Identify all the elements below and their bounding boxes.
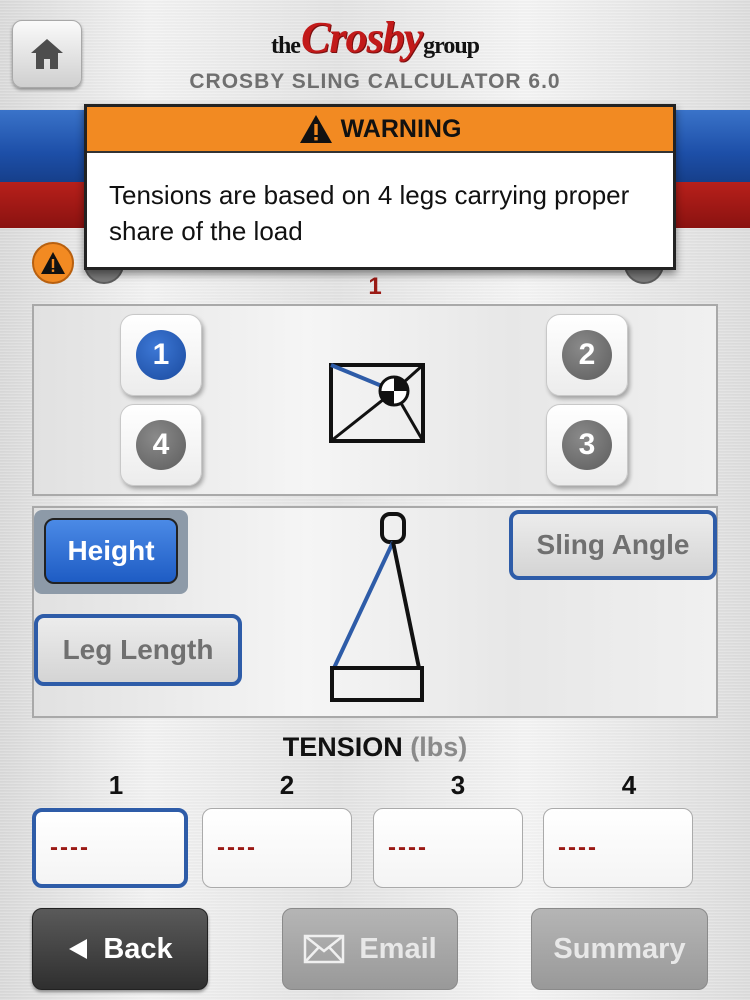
app-title: CROSBY SLING CALCULATOR 6.0 <box>189 70 561 93</box>
warning-dialog-header: WARNING <box>87 107 673 153</box>
warning-title: WARNING <box>340 114 462 143</box>
email-button[interactable]: Email <box>282 908 458 990</box>
leg-4-button[interactable]: 4 <box>120 404 202 486</box>
warning-dialog: WARNING Tensions are based on 4 legs car… <box>84 104 676 270</box>
tension-title: TENSION (lbs) <box>0 732 750 763</box>
selected-leg-indicator: 1 <box>368 273 382 300</box>
leg-1-button[interactable]: 1 <box>120 314 202 396</box>
warning-triangle-icon <box>299 115 332 143</box>
email-label: Email <box>359 932 437 965</box>
brand-logo: the Crosby group <box>250 10 500 60</box>
tension-leg-3-field[interactable]: ---- <box>373 808 523 888</box>
tension-leg-2-field[interactable]: ---- <box>202 808 352 888</box>
back-button[interactable]: Back <box>32 908 208 990</box>
tension-leg-1-field[interactable]: ---- <box>32 808 188 888</box>
leg-3-number: 3 <box>562 420 612 470</box>
logo-the: the <box>270 33 301 59</box>
leg-length-button[interactable]: Leg Length <box>34 614 242 686</box>
warning-triangle-icon <box>41 252 65 274</box>
back-arrow-icon <box>69 939 88 959</box>
summary-label: Summary <box>553 932 686 965</box>
leg-selection-panel: 1 2 3 4 <box>32 304 718 496</box>
tension-leg-4-field[interactable]: ---- <box>543 808 693 888</box>
logo-group: group <box>423 33 480 59</box>
summary-button[interactable]: Summary <box>531 908 708 990</box>
tension-leg-4-label: 4 <box>621 770 637 800</box>
leg-3-button[interactable]: 3 <box>546 404 628 486</box>
envelope-icon <box>304 934 345 964</box>
leg-2-number: 2 <box>562 330 612 380</box>
leg-1-number: 1 <box>136 330 186 380</box>
tension-leg-1-label: 1 <box>108 770 124 800</box>
tension-leg-3-label: 3 <box>450 770 466 800</box>
tension-leg-2-label: 2 <box>279 770 295 800</box>
load-top-view-diagram <box>329 363 425 443</box>
sling-angle-button[interactable]: Sling Angle <box>509 510 717 580</box>
height-button[interactable]: Height <box>44 518 178 584</box>
sling-side-view-diagram <box>330 512 424 702</box>
home-icon <box>31 39 63 69</box>
leg-2-button[interactable]: 2 <box>546 314 628 396</box>
warning-button[interactable] <box>32 242 74 284</box>
tension-unit: (lbs) <box>410 732 468 762</box>
warning-message: Tensions are based on 4 legs carrying pr… <box>109 180 630 246</box>
logo-brand: Crosby <box>300 13 423 62</box>
back-label: Back <box>103 932 173 965</box>
leg-4-number: 4 <box>136 420 186 470</box>
tension-label: TENSION <box>282 732 403 762</box>
